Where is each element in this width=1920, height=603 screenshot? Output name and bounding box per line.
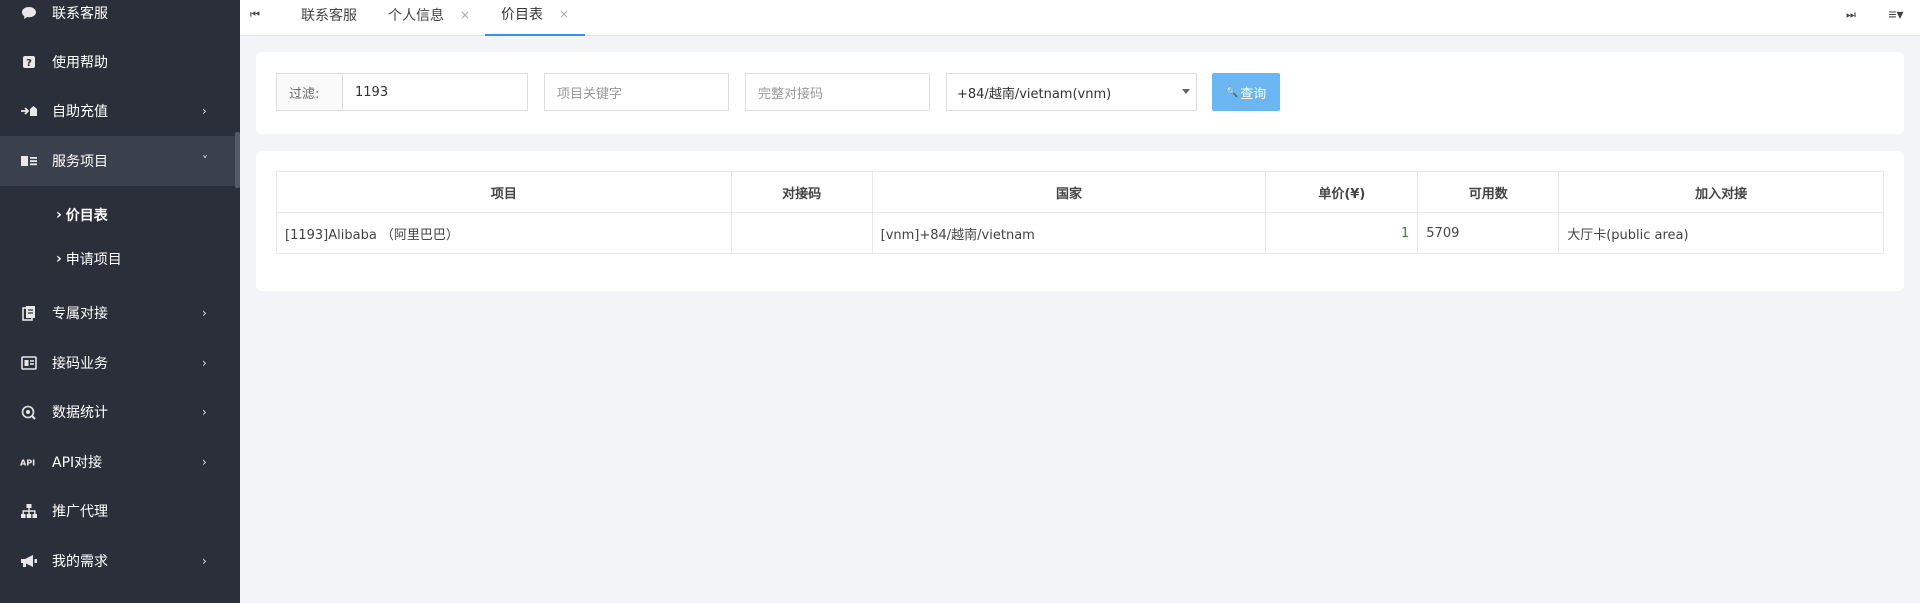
cell-available: 5709 <box>1417 212 1560 254</box>
cell-join-link[interactable]: 大厅卡(public area) <box>1558 212 1884 254</box>
column-header-join: 加入对接 <box>1558 171 1884 213</box>
sitemap-icon <box>20 502 38 520</box>
sim-icon <box>20 354 38 372</box>
sidebar-item-label: 接码业务 <box>52 356 108 372</box>
sidebar-item-services[interactable]: 服务项目 ˅ <box>0 136 235 186</box>
query-button[interactable]: 🔍 查询 <box>1212 73 1280 111</box>
sidebar-subitem-label: 申请项目 <box>65 252 122 268</box>
recharge-icon <box>20 102 38 120</box>
sidebar-item-label: 专属对接 <box>52 306 108 322</box>
chevron-down-icon: ˅ <box>202 154 208 168</box>
sidebar-subitem-price-list[interactable]: › 价目表 <box>56 200 108 230</box>
cell-country: [vnm]+84/越南/vietnam <box>871 212 1267 254</box>
price-table-panel: 项目 对接码 国家 单价(¥) 可用数 加入对接 [1193]Alibaba （… <box>256 151 1904 291</box>
chevron-right-icon: › <box>202 405 207 419</box>
chevron-right-icon: › <box>202 455 207 469</box>
service-icon <box>20 152 38 170</box>
sidebar-subitem-apply-project[interactable]: › 申请项目 <box>56 244 122 274</box>
api-icon: API <box>20 453 38 471</box>
tab-bar: ⏮ 联系客服 个人信息 × 价目表 × ⏭ ≡▾ <box>240 0 1920 36</box>
sidebar-item-label: 服务项目 <box>52 154 108 170</box>
chevron-right-icon: › <box>202 554 207 568</box>
cell-project: [1193]Alibaba （阿里巴巴） <box>276 212 732 254</box>
tab-scroll-right-button[interactable]: ⏭ <box>1836 0 1866 30</box>
sidebar-item-recharge[interactable]: 自助充值 › <box>0 87 235 135</box>
sidebar-item-api[interactable]: API API对接 › <box>0 438 235 486</box>
search-icon: 🔍 <box>1225 86 1239 98</box>
cell-code <box>730 212 873 254</box>
sidebar-item-help[interactable]: ? 使用帮助 <box>0 38 235 86</box>
column-header-country: 国家 <box>871 171 1267 213</box>
sidebar-item-label: 自助充值 <box>52 104 108 120</box>
skip-forward-icon: ⏭ <box>1846 8 1856 21</box>
sidebar-item-label: 联系客服 <box>52 6 108 22</box>
column-header-price: 单价(¥) <box>1265 171 1419 213</box>
docs-icon <box>20 304 38 322</box>
sidebar: 联系客服 ? 使用帮助 自助充值 › 服务项目 ˅ › 价目表 › 申请项目 专… <box>0 0 240 603</box>
svg-text:API: API <box>20 458 35 467</box>
sidebar-item-label: 使用帮助 <box>52 55 108 71</box>
query-button-label: 查询 <box>1240 86 1267 102</box>
stats-icon <box>20 403 38 421</box>
hamburger-dropdown-icon: ≡▾ <box>1888 5 1904 22</box>
tab-personal-info[interactable]: 个人信息 × <box>372 0 486 36</box>
tab-label: 价目表 <box>501 7 543 23</box>
sidebar-scrollbar[interactable] <box>235 132 240 188</box>
project-id-input[interactable]: 1193 <box>342 73 528 111</box>
country-select-value: +84/越南/vietnam(vnm) <box>957 86 1112 102</box>
sidebar-item-label: 我的需求 <box>52 554 108 570</box>
filter-label: 过滤: <box>276 73 342 111</box>
code-input[interactable]: 完整对接码 <box>745 73 930 111</box>
sidebar-item-my-requests[interactable]: 我的需求 › <box>0 537 235 585</box>
chevron-right-icon: › <box>202 306 207 320</box>
help-icon: ? <box>20 53 38 71</box>
column-header-project: 项目 <box>276 171 732 213</box>
filter-panel: 过滤: 1193 项目关键字 完整对接码 +84/越南/vietnam(vnm)… <box>256 52 1904 134</box>
close-icon[interactable]: × <box>460 8 470 22</box>
table-header-row: 项目 对接码 国家 单价(¥) 可用数 加入对接 <box>276 171 1884 213</box>
tab-menu-button[interactable]: ≡▾ <box>1878 0 1914 28</box>
chevron-right-icon: › <box>202 104 207 118</box>
sidebar-item-label: API对接 <box>52 455 103 471</box>
sidebar-item-sms-code[interactable]: 接码业务 › <box>0 339 235 387</box>
cell-price: 1 <box>1265 212 1419 254</box>
tab-scroll-left-button[interactable]: ⏮ <box>240 0 270 30</box>
svg-text:?: ? <box>26 58 32 69</box>
dropdown-arrow-icon <box>1182 89 1190 94</box>
skip-back-icon: ⏮ <box>250 8 260 21</box>
sidebar-item-referral[interactable]: 推广代理 <box>0 487 235 535</box>
tab-label: 个人信息 <box>388 8 444 24</box>
chevron-right-icon: › <box>202 356 207 370</box>
sidebar-item-contact-support[interactable]: 联系客服 <box>0 0 235 37</box>
column-header-available: 可用数 <box>1417 171 1560 213</box>
sidebar-item-dedicated[interactable]: 专属对接 › <box>0 289 235 337</box>
column-header-code: 对接码 <box>730 171 873 213</box>
tab-price-list[interactable]: 价目表 × <box>485 0 586 36</box>
tab-contact-support[interactable]: 联系客服 <box>285 0 373 36</box>
close-icon[interactable]: × <box>559 7 569 21</box>
chat-icon <box>20 4 38 22</box>
sidebar-item-statistics[interactable]: 数据统计 › <box>0 388 235 436</box>
megaphone-icon <box>20 552 38 570</box>
sidebar-item-label: 推广代理 <box>52 504 108 520</box>
sidebar-subitem-label: 价目表 <box>65 208 108 224</box>
keyword-input[interactable]: 项目关键字 <box>544 73 729 111</box>
price-table: 项目 对接码 国家 单价(¥) 可用数 加入对接 [1193]Alibaba （… <box>276 171 1884 254</box>
sidebar-item-label: 数据统计 <box>52 405 108 421</box>
table-row: [1193]Alibaba （阿里巴巴） [vnm]+84/越南/vietnam… <box>276 212 1884 254</box>
tab-label: 联系客服 <box>301 8 357 24</box>
caret-right-icon: › <box>56 251 62 267</box>
caret-right-icon: › <box>56 207 62 223</box>
country-select[interactable]: +84/越南/vietnam(vnm) <box>946 73 1197 111</box>
